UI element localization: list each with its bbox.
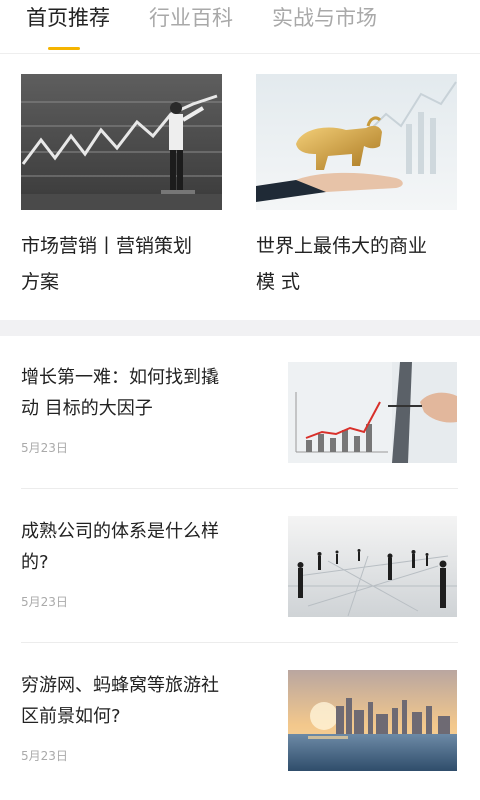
article-date: 5月23日 [21, 595, 68, 609]
article-title: 成熟公司的体系是什么样 的? [21, 521, 219, 573]
article-text: 增长第一难：如何找到撬 动 目标的大因子 5月23日 [21, 362, 253, 455]
article-text: 穷游网、蚂蜂窝等旅游社 区前景如何? 5月23日 [21, 670, 253, 763]
list-item[interactable]: 增长第一难：如何找到撬 动 目标的大因子 5月23日 [0, 362, 480, 514]
article-text: 成熟公司的体系是什么样 的? 5月23日 [21, 516, 253, 609]
featured-card-business-model[interactable]: 世界上最伟大的商业 模 式 [256, 74, 457, 300]
tab-home-recommend[interactable]: 首页推荐 [26, 4, 110, 32]
article-date: 5月23日 [21, 749, 68, 763]
list-divider [21, 642, 458, 643]
golden-bull-in-hand-image [256, 74, 457, 210]
hand-drawing-rising-graph-image [288, 362, 457, 463]
tab-industry-encyclopedia[interactable]: 行业百科 [149, 4, 233, 32]
article-title: 穷游网、蚂蜂窝等旅游社 区前景如何? [21, 675, 219, 727]
top-tab-bar: 首页推荐 行业百科 实战与市场 [0, 0, 480, 54]
featured-card-marketing[interactable]: 市场营销丨营销策划 方案 [21, 74, 222, 300]
article-title: 增长第一难：如何找到撬 动 目标的大因子 [21, 367, 219, 419]
tab-practice-market[interactable]: 实战与市场 [272, 4, 377, 32]
active-tab-indicator [48, 47, 80, 50]
featured-card-title: 市场营销丨营销策划 方案 [21, 235, 193, 293]
article-date: 5月23日 [21, 441, 68, 455]
city-skyline-sunset-image [288, 670, 457, 771]
list-item[interactable]: 穷游网、蚂蜂窝等旅游社 区前景如何? 5月23日 [0, 670, 480, 800]
featured-card-title: 世界上最伟大的商业 模 式 [256, 235, 428, 293]
list-divider [21, 488, 458, 489]
section-divider [0, 320, 480, 336]
businessman-drawing-chart-image [21, 74, 222, 210]
list-item[interactable]: 成熟公司的体系是什么样 的? 5月23日 [0, 516, 480, 668]
business-people-network-image [288, 516, 457, 617]
